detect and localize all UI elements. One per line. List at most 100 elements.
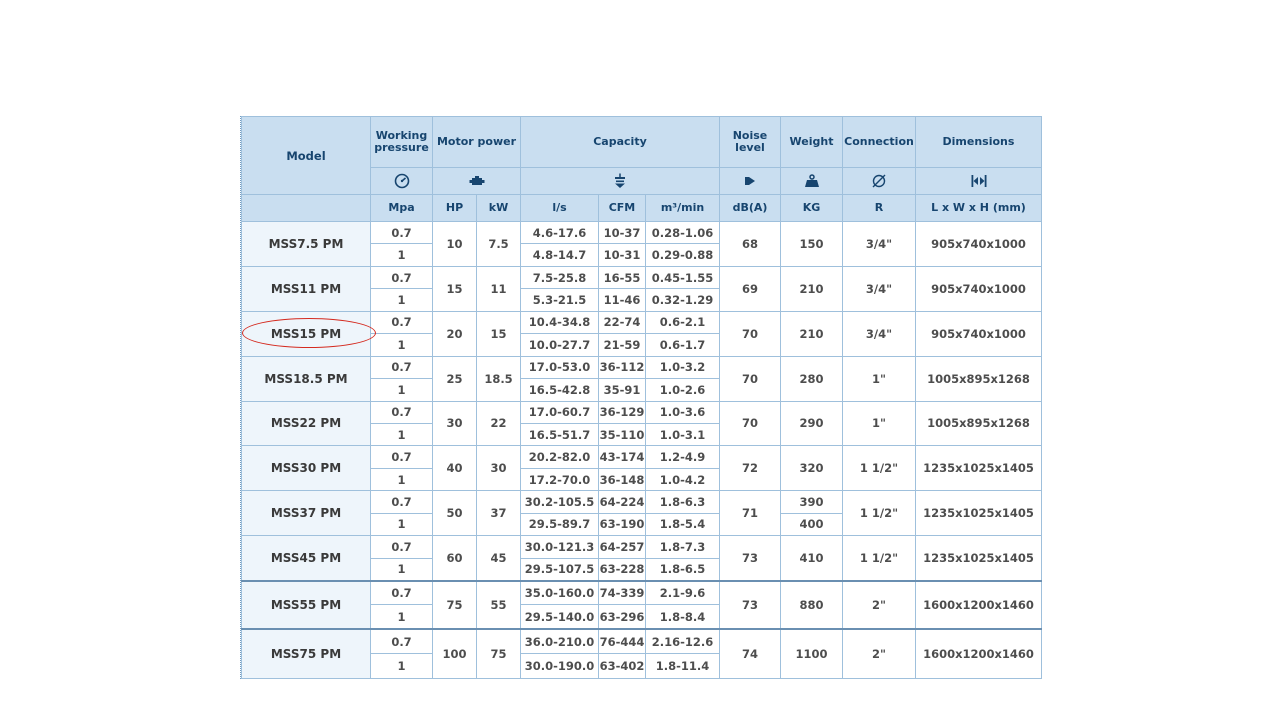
unit-noise: dB(A) bbox=[719, 194, 781, 222]
working-pressure-header: Working pressure bbox=[370, 116, 433, 168]
m3min-value: 1.0-2.6 bbox=[645, 378, 720, 402]
m3min-value: 1.0-4.2 bbox=[645, 467, 720, 492]
ls-value: 30.0-121.3 bbox=[520, 535, 599, 559]
ls-value: 17.0-60.7 bbox=[520, 400, 599, 424]
unit-ls: l/s bbox=[520, 194, 599, 222]
pressure-value: 0.7 bbox=[370, 628, 433, 655]
model-name: MSS15 PM bbox=[241, 310, 371, 357]
model-unit-spacer bbox=[241, 194, 371, 222]
connection-value: 1" bbox=[842, 400, 916, 447]
ls-value: 10.4-34.8 bbox=[520, 310, 599, 335]
pressure-gauge-icon bbox=[370, 167, 433, 195]
ls-value: 30.2-105.5 bbox=[520, 490, 599, 514]
cfm-value: 21-59 bbox=[598, 333, 646, 357]
cfm-value: 10-31 bbox=[598, 243, 646, 267]
dimensions-header: Dimensions bbox=[915, 116, 1042, 168]
table-row: MSS75 PM 0.7 100 75 36.0-210.0 76-444 2.16-12.… bbox=[241, 628, 1042, 680]
table-row: MSS11 PM 0.7 15 11 7.5-25.8 16-55 0.45-1.55 69 2… bbox=[241, 265, 1042, 312]
dimensions-value: 1600x1200x1460 bbox=[915, 579, 1042, 630]
pressure-value: 1 bbox=[370, 467, 433, 492]
table-row: MSS37 PM 0.7 50 37 30.2-105.5 64-224 1.8-6.3 71… bbox=[241, 490, 1042, 537]
dimensions-value: 1005x895x1268 bbox=[915, 400, 1042, 447]
unit-connection: R bbox=[842, 194, 916, 222]
table-body: MSS7.5 PM 0.7 10 7.5 4.6-17.6 10-37 0.28-1.06 6… bbox=[241, 220, 1042, 680]
cfm-value: 64-257 bbox=[598, 535, 646, 559]
kw-value: 11 bbox=[476, 265, 521, 312]
dimensions-value: 905x740x1000 bbox=[915, 221, 1042, 267]
kw-value: 7.5 bbox=[476, 221, 521, 267]
model-name: MSS7.5 PM bbox=[241, 221, 371, 267]
capacity-header: Capacity bbox=[520, 116, 720, 168]
motor-icon bbox=[432, 167, 521, 195]
ls-value: 20.2-82.0 bbox=[520, 445, 599, 469]
pressure-value: 1 bbox=[370, 243, 433, 267]
weight-header: Weight bbox=[780, 116, 843, 168]
weight-value: 410 bbox=[780, 535, 843, 581]
hp-value: 30 bbox=[432, 400, 477, 447]
ls-value: 4.8-14.7 bbox=[520, 243, 599, 267]
m3min-value: 1.0-3.6 bbox=[645, 400, 720, 424]
unit-kw: kW bbox=[476, 194, 521, 222]
cfm-value: 36-129 bbox=[598, 400, 646, 424]
m3min-value: 0.6-1.7 bbox=[645, 333, 720, 357]
pressure-value: 0.7 bbox=[370, 579, 433, 606]
pressure-value: 0.7 bbox=[370, 310, 433, 335]
ls-value: 36.0-210.0 bbox=[520, 628, 599, 655]
m3min-value: 0.6-2.1 bbox=[645, 310, 720, 335]
cfm-value: 36-112 bbox=[598, 355, 646, 380]
ls-value: 7.5-25.8 bbox=[520, 265, 599, 290]
model-name: MSS11 PM bbox=[241, 265, 371, 312]
motor-power-header: Motor power bbox=[432, 116, 521, 168]
ls-value: 17.2-70.0 bbox=[520, 467, 599, 492]
unit-weight: KG bbox=[780, 194, 843, 222]
model-name: MSS30 PM bbox=[241, 445, 371, 492]
noise-value: 73 bbox=[719, 535, 781, 581]
ls-value: 16.5-51.7 bbox=[520, 422, 599, 447]
table-row: MSS15 PM 0.7 20 15 10.4-34.8 22-74 0.6-2.1 70 21… bbox=[241, 310, 1042, 357]
ls-value: 29.5-107.5 bbox=[520, 557, 599, 582]
connection-value: 2" bbox=[842, 628, 916, 680]
weight-value: 1100 bbox=[780, 628, 843, 680]
hp-value: 60 bbox=[432, 535, 477, 581]
m3min-value: 1.8-8.4 bbox=[645, 604, 720, 630]
weight-value: 880 bbox=[780, 579, 843, 630]
connection-value: 1 1/2" bbox=[842, 445, 916, 492]
weight-value: 280 bbox=[780, 355, 843, 402]
cfm-value: 74-339 bbox=[598, 579, 646, 606]
pressure-value: 0.7 bbox=[370, 265, 433, 290]
model-name: MSS18.5 PM bbox=[241, 355, 371, 402]
ls-value: 30.0-190.0 bbox=[520, 653, 599, 679]
kw-value: 22 bbox=[476, 400, 521, 447]
m3min-value: 0.28-1.06 bbox=[645, 220, 720, 245]
table-row: MSS7.5 PM 0.7 10 7.5 4.6-17.6 10-37 0.28-1.06 6… bbox=[241, 220, 1042, 267]
cfm-value: 63-402 bbox=[598, 653, 646, 679]
kw-value: 55 bbox=[476, 579, 521, 630]
pressure-value: 1 bbox=[370, 378, 433, 402]
hp-value: 25 bbox=[432, 355, 477, 402]
table-row: MSS22 PM 0.7 30 22 17.0-60.7 36-129 1.0-3.6 70 2… bbox=[241, 400, 1042, 447]
unit-pressure: Mpa bbox=[370, 194, 433, 222]
table-row: MSS45 PM 0.7 60 45 30.0-121.3 64-257 1.8-7.3 73… bbox=[241, 535, 1042, 581]
model-name: MSS45 PM bbox=[241, 535, 371, 581]
hp-value: 100 bbox=[432, 628, 477, 680]
connection-value: 1" bbox=[842, 355, 916, 402]
connection-value: 2" bbox=[842, 579, 916, 630]
m3min-value: 0.45-1.55 bbox=[645, 265, 720, 290]
weight-value: 400 bbox=[780, 512, 843, 537]
noise-value: 74 bbox=[719, 628, 781, 680]
dimensions-value: 1235x1025x1405 bbox=[915, 445, 1042, 492]
noise-value: 69 bbox=[719, 265, 781, 312]
weight-value: 290 bbox=[780, 400, 843, 447]
weight-icon bbox=[780, 167, 843, 195]
pressure-value: 0.7 bbox=[370, 355, 433, 380]
table-row: MSS30 PM 0.7 40 30 20.2-82.0 43-174 1.2-4.9 72 3… bbox=[241, 445, 1042, 492]
connection-value: 1 1/2" bbox=[842, 535, 916, 581]
cfm-value: 63-228 bbox=[598, 557, 646, 582]
ls-value: 17.0-53.0 bbox=[520, 355, 599, 380]
ls-value: 29.5-140.0 bbox=[520, 604, 599, 630]
dimensions-value: 1005x895x1268 bbox=[915, 355, 1042, 402]
ls-value: 10.0-27.7 bbox=[520, 333, 599, 357]
cfm-value: 63-190 bbox=[598, 512, 646, 537]
noise-value: 70 bbox=[719, 400, 781, 447]
table-row: MSS18.5 PM 0.7 25 18.5 17.0-53.0 36-112 1.0-3.… bbox=[241, 355, 1042, 402]
